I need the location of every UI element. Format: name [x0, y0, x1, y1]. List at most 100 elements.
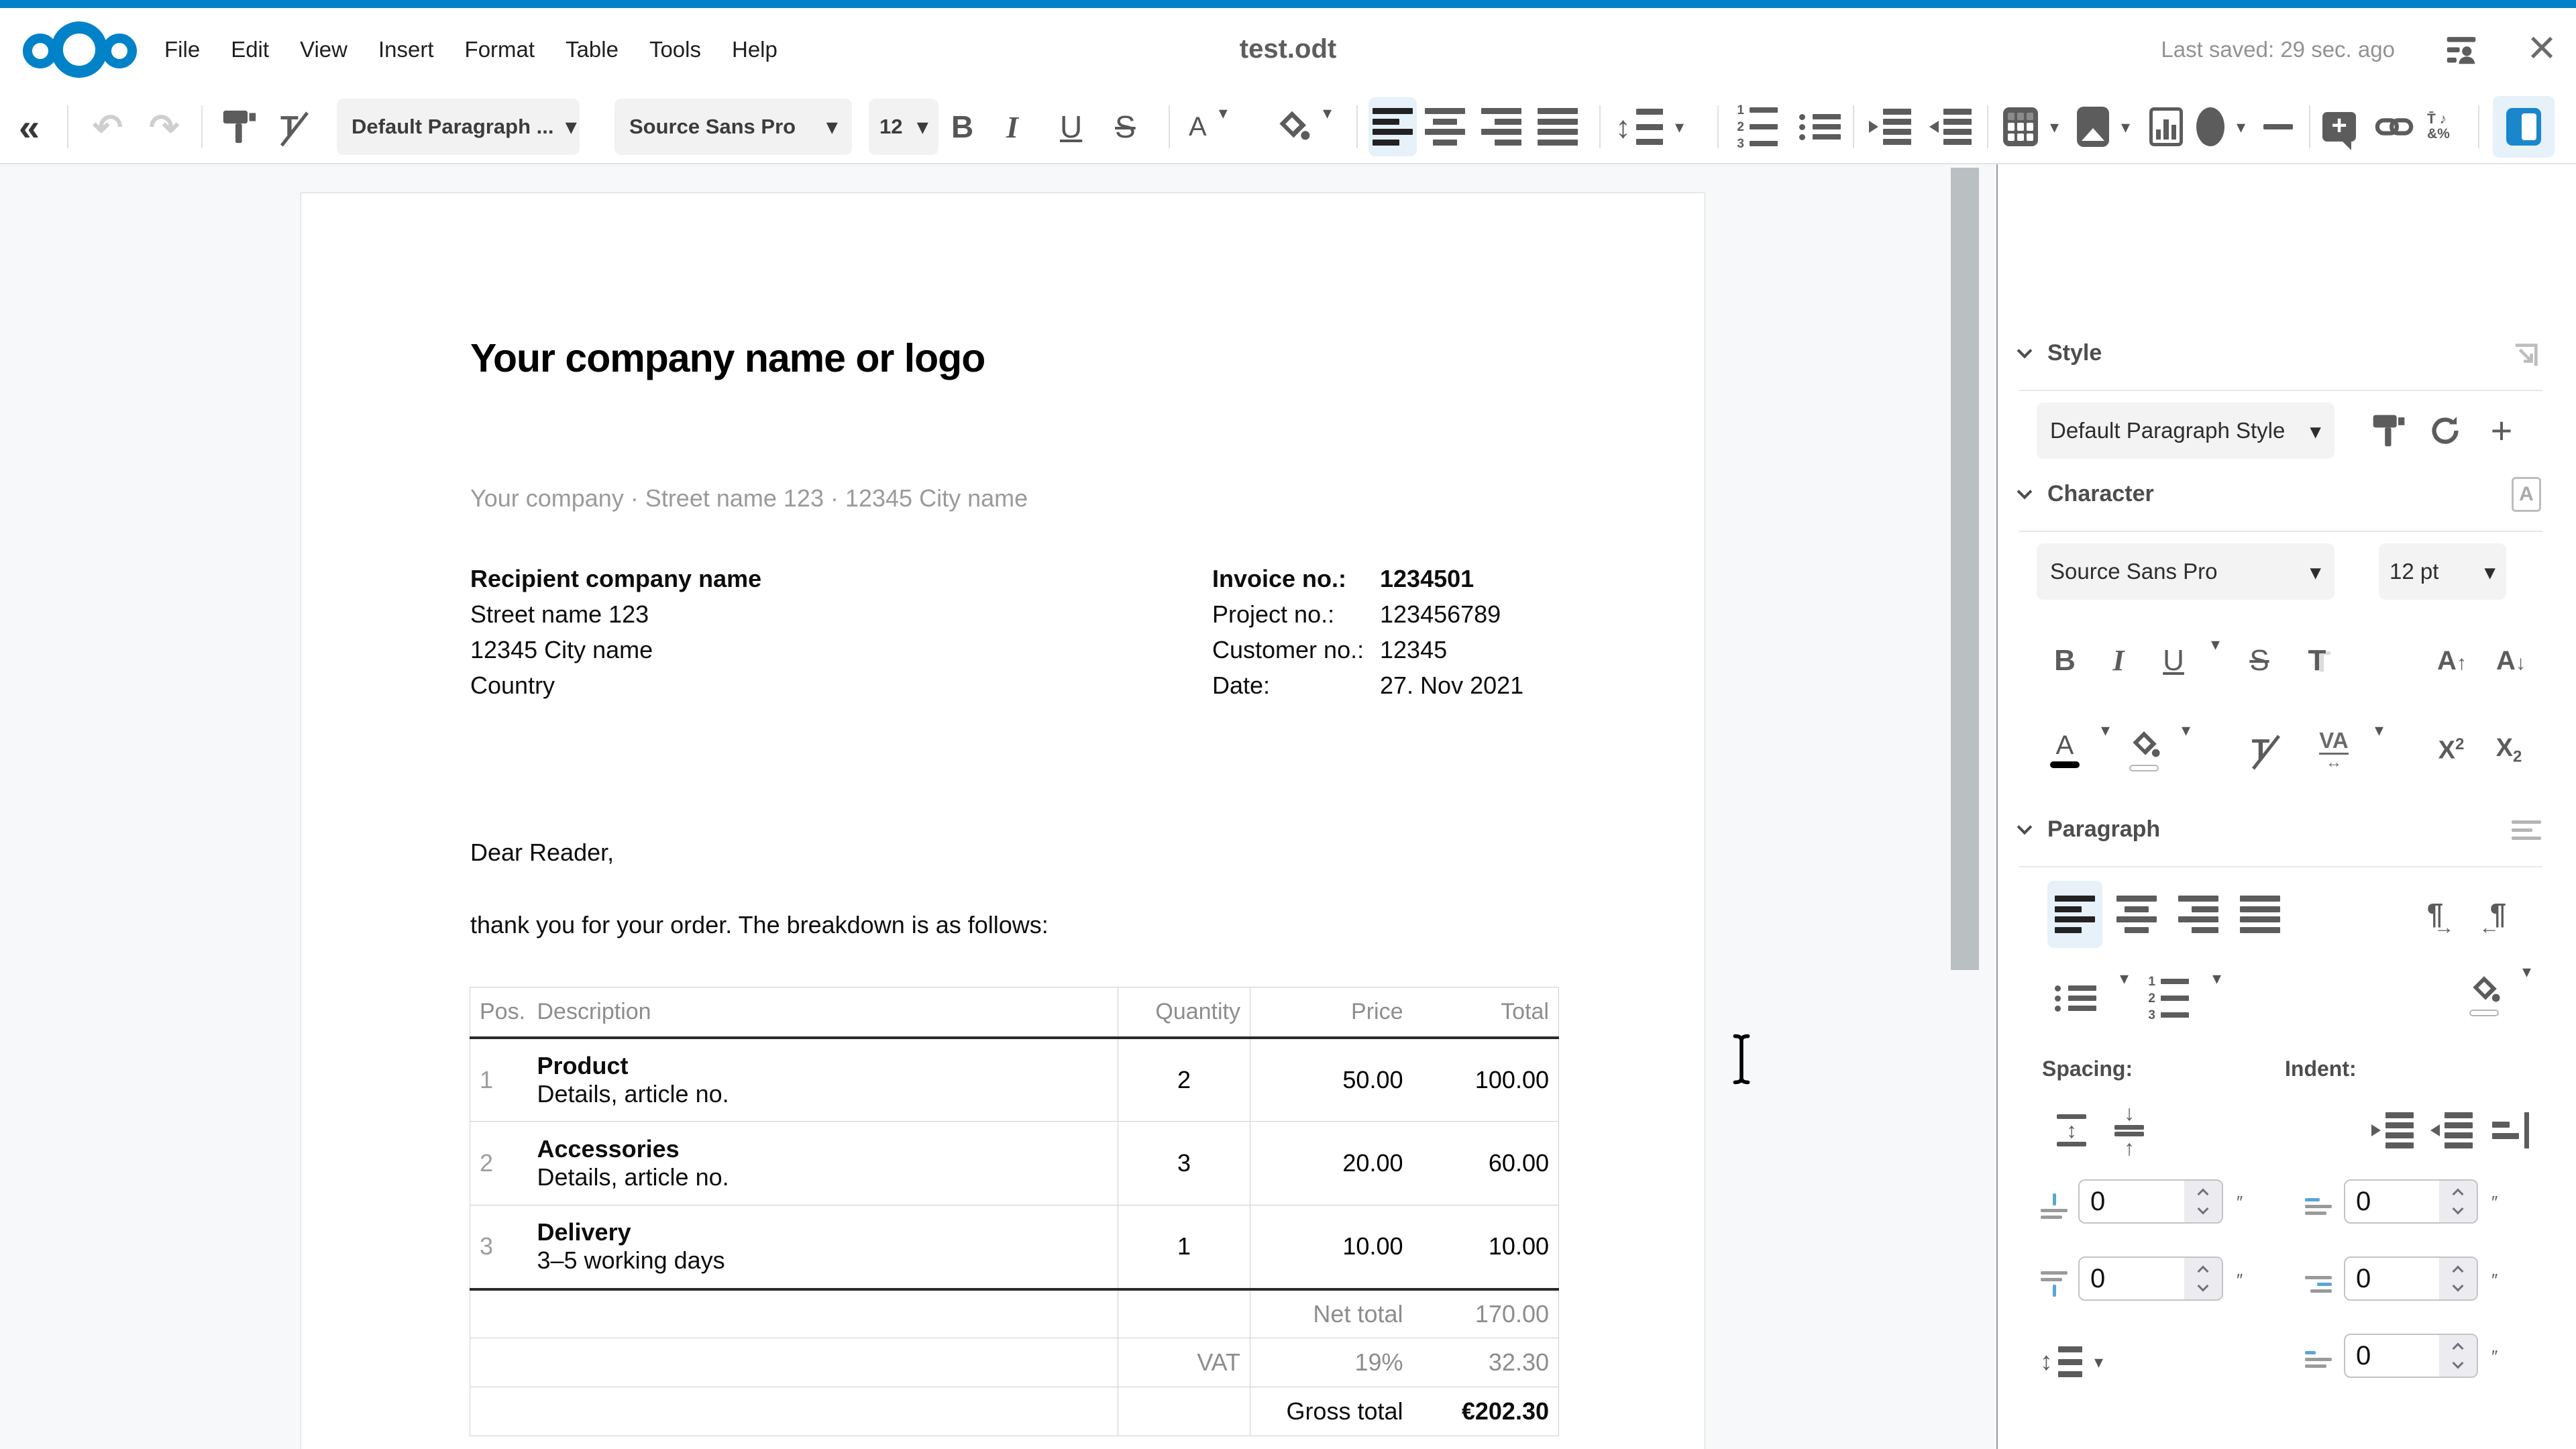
sb-underline-button[interactable]: U: [2153, 634, 2194, 688]
indent-before-input[interactable]: 0: [2344, 1179, 2478, 1224]
sb-justify-button[interactable]: [2233, 881, 2288, 948]
insert-comment-button[interactable]: +: [2322, 91, 2356, 163]
sb-align-left-button[interactable]: [2047, 881, 2102, 948]
character-dialog-icon[interactable]: A: [2512, 477, 2541, 512]
insert-image-button[interactable]: ▾: [2077, 91, 2130, 163]
menu-table[interactable]: Table: [566, 37, 619, 62]
paragraph-background-button[interactable]: [2461, 961, 2508, 1028]
spinner-buttons[interactable]: [2439, 1335, 2477, 1377]
spinner-buttons[interactable]: [2439, 1258, 2477, 1299]
hanging-indent-button[interactable]: [2483, 1102, 2537, 1159]
style-dropdown[interactable]: Default Paragraph Style▾: [2037, 402, 2334, 459]
menu-tools[interactable]: Tools: [649, 37, 701, 62]
sb-increase-indent-button[interactable]: [2365, 1102, 2419, 1159]
increase-paragraph-spacing-button[interactable]: ↕: [2047, 1102, 2096, 1159]
sidebar-toggle-button[interactable]: [2493, 96, 2555, 158]
character-section-header[interactable]: Character: [1998, 481, 2576, 507]
paragraph-ltr-button[interactable]: ¶→: [2408, 881, 2462, 948]
chevron-down-icon[interactable]: ▾: [2375, 720, 2383, 741]
menu-help[interactable]: Help: [732, 37, 777, 62]
sb-font-color-button[interactable]: A: [2045, 720, 2085, 780]
char-font-name-select[interactable]: Source Sans Pro▾: [2037, 543, 2334, 600]
sb-align-right-button[interactable]: [2171, 881, 2226, 948]
align-right-button[interactable]: [1481, 91, 1521, 163]
paragraph-rtl-button[interactable]: ¶←: [2471, 881, 2525, 948]
sb-clear-formatting-button[interactable]: T: [2239, 720, 2282, 780]
refresh-style-button[interactable]: [2422, 406, 2469, 455]
menu-insert[interactable]: Insert: [378, 37, 434, 62]
sb-line-spacing-button[interactable]: ↕ ▾: [2045, 1340, 2098, 1384]
undo-button[interactable]: ↶: [93, 91, 123, 163]
decrease-paragraph-spacing-button[interactable]: ↓↑: [2105, 1102, 2153, 1159]
spinner-buttons[interactable]: [2439, 1181, 2477, 1222]
menu-view[interactable]: View: [300, 37, 347, 62]
underline-button[interactable]: U: [1060, 91, 1082, 163]
sb-italic-button[interactable]: I: [2098, 634, 2139, 688]
align-center-button[interactable]: [1425, 91, 1465, 163]
bold-button[interactable]: B: [951, 91, 973, 163]
document-canvas[interactable]: Your company name or logo Your company ·…: [0, 164, 1996, 1449]
shrink-font-button[interactable]: A↓: [2487, 634, 2534, 688]
insert-line-button[interactable]: [2263, 91, 2293, 163]
font-color-button[interactable]: A ▾: [1189, 91, 1228, 163]
align-left-button[interactable]: [1368, 97, 1417, 156]
insert-link-button[interactable]: [2375, 91, 2414, 163]
menu-edit[interactable]: Edit: [231, 37, 269, 62]
clone-formatting-button[interactable]: [220, 91, 259, 163]
char-spacing-button[interactable]: VA↔: [2310, 720, 2357, 780]
unordered-list-button[interactable]: [1796, 91, 1841, 163]
sb-align-center-button[interactable]: [2109, 881, 2164, 948]
font-size-select[interactable]: 12▾: [869, 99, 938, 155]
chevron-down-icon[interactable]: ▾: [2120, 968, 2129, 989]
superscript-button[interactable]: X2: [2430, 720, 2473, 780]
collapse-toolbar-button[interactable]: «: [19, 91, 40, 163]
chevron-down-icon[interactable]: ▾: [2522, 961, 2531, 982]
chevron-down-icon[interactable]: ▾: [2211, 634, 2220, 655]
paragraph-section-header[interactable]: Paragraph: [1998, 816, 2576, 843]
paragraph-dialog-icon[interactable]: [2512, 820, 2541, 840]
chevron-down-icon[interactable]: ▾: [2212, 968, 2221, 989]
menu-format[interactable]: Format: [465, 37, 535, 62]
highlight-color-button[interactable]: ▾: [1273, 91, 1332, 163]
italic-button[interactable]: I: [1006, 91, 1018, 163]
subscript-button[interactable]: X2: [2487, 720, 2530, 780]
chevron-down-icon[interactable]: ▾: [2182, 720, 2190, 741]
sb-highlight-button[interactable]: [2123, 720, 2165, 780]
sb-decrease-indent-button[interactable]: [2424, 1102, 2478, 1159]
insert-chart-button[interactable]: [2149, 91, 2183, 163]
collaboration-icon[interactable]: [2442, 32, 2481, 67]
menu-file[interactable]: File: [164, 37, 200, 62]
scrollbar-thumb[interactable]: [1951, 168, 1979, 970]
justify-button[interactable]: [1538, 91, 1578, 163]
spinner-buttons[interactable]: [2184, 1258, 2222, 1299]
expand-corner-icon[interactable]: [2510, 340, 2541, 371]
strikethrough-button[interactable]: S: [1115, 91, 1136, 163]
special-character-button[interactable]: T̄ ♪ &%: [2427, 91, 2450, 163]
font-name-select[interactable]: Source Sans Pro▾: [614, 99, 852, 155]
clear-formatting-button[interactable]: T: [276, 91, 303, 163]
spinner-buttons[interactable]: [2184, 1181, 2222, 1222]
insert-shape-button[interactable]: ▾: [2196, 91, 2245, 163]
new-style-button[interactable]: +: [2478, 406, 2525, 455]
style-section-header[interactable]: Style: [1998, 340, 2576, 366]
redo-button[interactable]: ↷: [149, 91, 179, 163]
sb-ordered-list-button[interactable]: 123: [2140, 968, 2194, 1028]
first-line-indent-input[interactable]: 0: [2344, 1334, 2478, 1378]
sb-strikethrough-button[interactable]: S: [2239, 634, 2279, 688]
sb-shadow-button[interactable]: T: [2297, 634, 2337, 688]
document-page[interactable]: Your company name or logo Your company ·…: [301, 193, 1705, 1449]
grow-font-button[interactable]: A↑: [2428, 634, 2475, 688]
spacing-above-input[interactable]: 0: [2078, 1179, 2223, 1224]
sb-bullet-list-button[interactable]: [2047, 968, 2101, 1028]
increase-indent-button[interactable]: [1869, 91, 1911, 163]
sb-bold-button[interactable]: B: [2045, 634, 2085, 688]
insert-table-button[interactable]: ▾: [2003, 91, 2059, 163]
chevron-down-icon[interactable]: ▾: [2101, 720, 2110, 741]
ordered-list-button[interactable]: 123: [1733, 91, 1778, 163]
decrease-indent-button[interactable]: [1929, 91, 1972, 163]
update-style-button[interactable]: [2365, 406, 2412, 455]
paragraph-style-select[interactable]: Default Paragraph ...▾: [337, 99, 580, 155]
line-spacing-button[interactable]: ↕ ▾: [1615, 91, 1684, 163]
close-icon[interactable]: ×: [2528, 23, 2556, 72]
char-font-size-select[interactable]: 12 pt▾: [2379, 543, 2506, 600]
